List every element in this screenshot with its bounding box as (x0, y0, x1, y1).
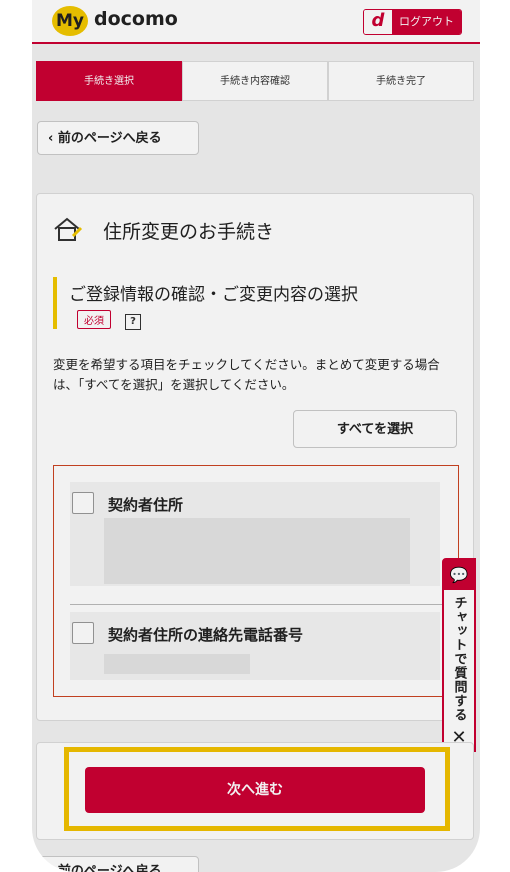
logout-label: ログアウト (392, 10, 461, 34)
next-button[interactable]: 次へ進む (85, 767, 425, 813)
step-2: 手続き内容確認 (182, 61, 328, 101)
my-docomo-logo[interactable]: My (52, 6, 88, 36)
step-1: 手続き選択 (36, 61, 182, 101)
progress-steps: 手続き選択 手続き内容確認 手続き完了 (36, 61, 474, 101)
help-icon[interactable]: ? (125, 314, 141, 330)
option-contractor-phone[interactable]: 契約者住所の連絡先電話番号 (70, 612, 440, 680)
checkbox[interactable] (72, 622, 94, 644)
chevron-left-icon: ‹ (48, 864, 58, 872)
back-to-previous-page-button[interactable]: ‹ 前のページへ戻る (37, 121, 199, 155)
back-button-label: 前のページへ戻る (57, 131, 162, 146)
back-button-label: 前のページへ戻る (57, 864, 162, 872)
phone-screen: My docomo d ログアウト 手続き選択 手続き内容確認 手続き完了 ‹ … (32, 0, 480, 872)
phone-placeholder (104, 654, 250, 674)
step-3: 手続き完了 (328, 61, 474, 101)
logout-button[interactable]: d ログアウト (363, 9, 462, 35)
option-contractor-address[interactable]: 契約者住所 (70, 482, 440, 586)
required-badge: 必須 (77, 310, 111, 329)
address-placeholder (104, 518, 410, 584)
address-change-card: 住所変更のお手続き ご登録情報の確認・ご変更内容の選択 必須 ? 変更を希望する… (36, 193, 474, 721)
chat-bubble-icon: 💬 (444, 560, 474, 590)
chat-support-tab[interactable]: 💬 チャットで質問する ✕ (442, 558, 476, 752)
back-to-previous-page-button-bottom[interactable]: ‹ 前のページへ戻る (37, 856, 199, 872)
chat-tab-label: チャットで質問する (451, 596, 467, 722)
logo-text[interactable]: docomo (94, 8, 178, 30)
options-box: 契約者住所 契約者住所の連絡先電話番号 (53, 465, 459, 697)
instruction-text: 変更を希望する項目をチェックしてください。まとめて変更する場合は、「すべてを選択… (53, 357, 440, 392)
divider (70, 604, 454, 605)
d-account-icon: d (364, 10, 392, 34)
section-accent-bar (53, 277, 57, 329)
house-icon (54, 217, 83, 241)
chevron-left-icon: ‹ (48, 131, 58, 146)
select-all-button[interactable]: すべてを選択 (293, 410, 457, 448)
header: My docomo d ログアウト (32, 0, 480, 44)
checkbox[interactable] (72, 492, 94, 514)
section-title: ご登録情報の確認・ご変更内容の選択 (69, 285, 358, 305)
option-label: 契約者住所の連絡先電話番号 (108, 626, 304, 644)
option-label: 契約者住所 (108, 496, 184, 514)
page-title: 住所変更のお手続き (103, 221, 275, 243)
